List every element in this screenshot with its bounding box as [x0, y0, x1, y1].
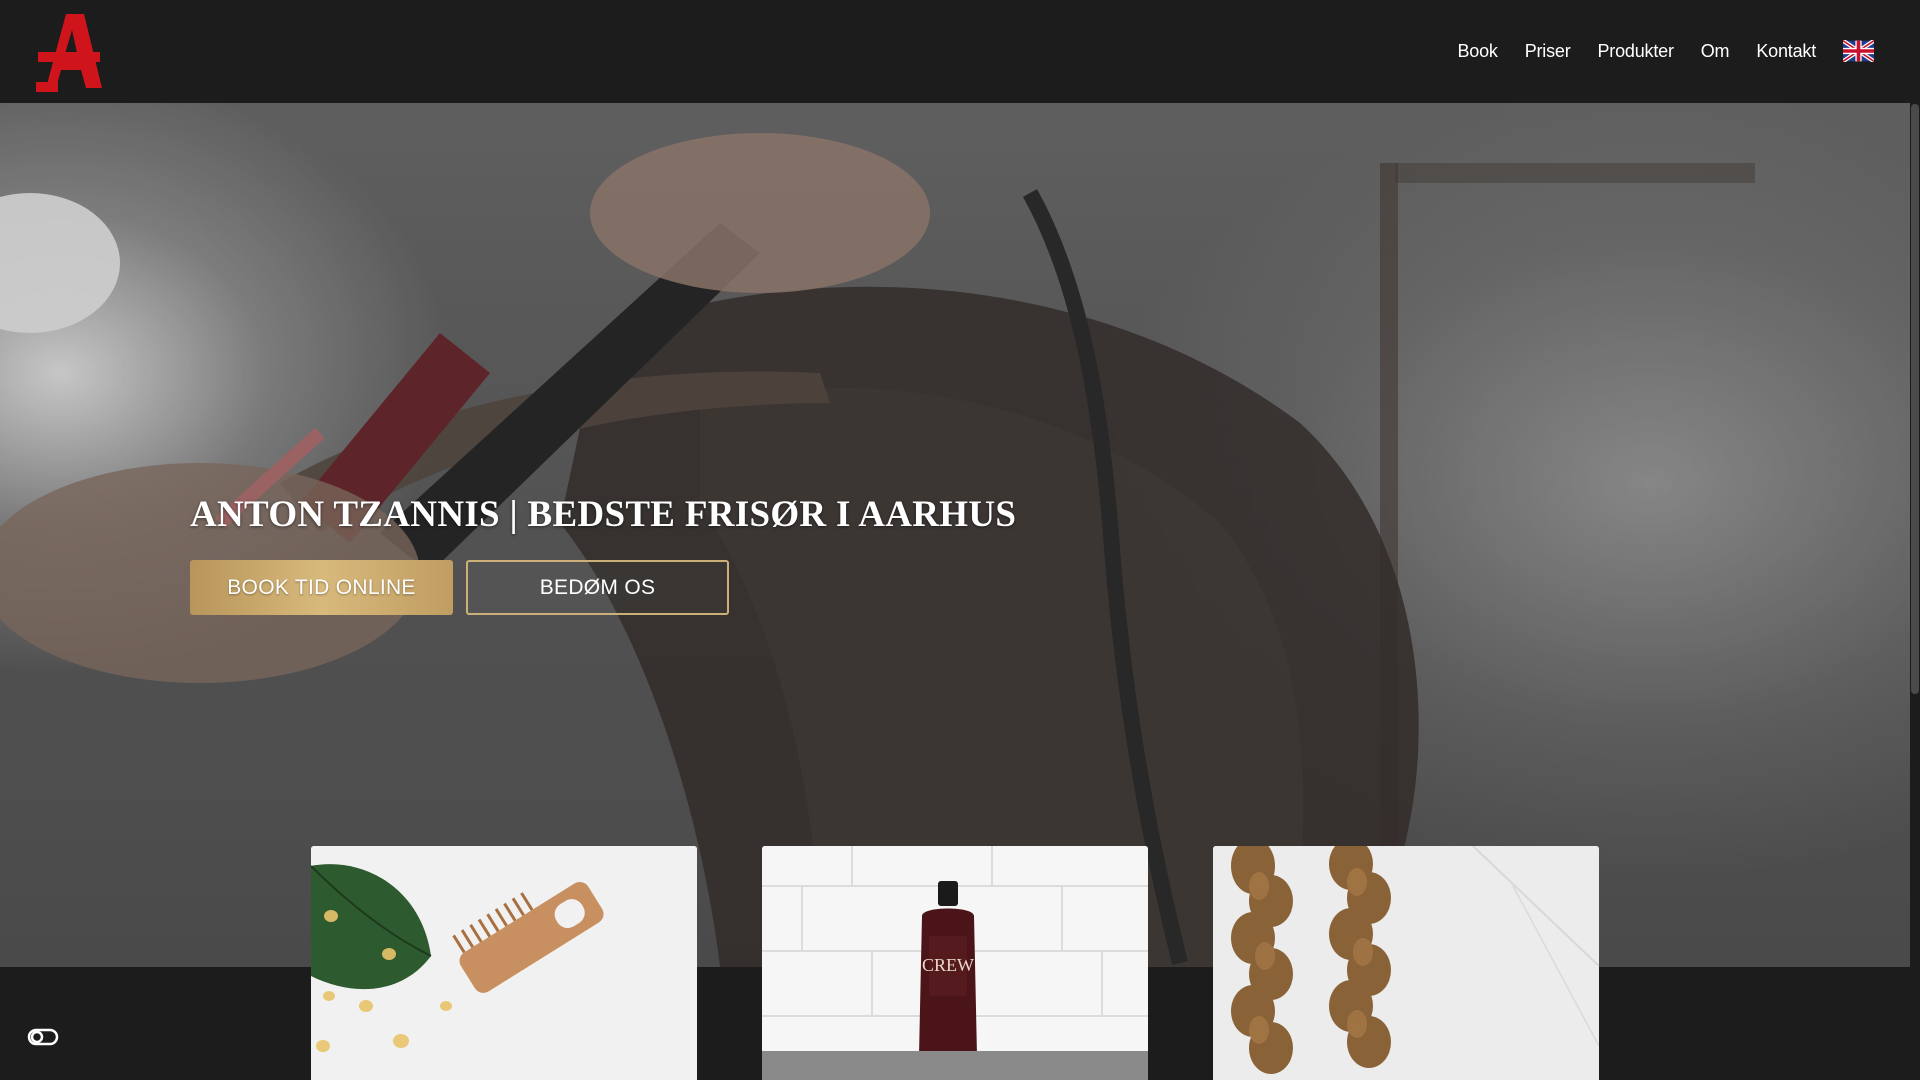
- comb-leaf-image: [311, 846, 697, 1080]
- product-card-comb[interactable]: [311, 846, 697, 1080]
- accessibility-toggle-icon[interactable]: [22, 1016, 64, 1058]
- nav-book[interactable]: Book: [1457, 41, 1497, 62]
- nav-produkter[interactable]: Produkter: [1598, 41, 1674, 62]
- braids-image: [1213, 846, 1599, 1080]
- nav-priser[interactable]: Priser: [1525, 41, 1571, 62]
- scrollbar-thumb[interactable]: [1911, 104, 1919, 694]
- book-online-button[interactable]: BOOK TID ONLINE: [190, 560, 453, 615]
- uk-flag-icon[interactable]: [1843, 40, 1874, 62]
- hero-title: ANTON TZANNIS | BEDSTE FRISØR I AARHUS: [190, 494, 1017, 535]
- nav-kontakt[interactable]: Kontakt: [1756, 41, 1816, 62]
- site-header: Book Priser Produkter Om Kontakt: [0, 0, 1910, 103]
- crew-label: CREW: [922, 955, 974, 975]
- product-card-braids[interactable]: [1213, 846, 1599, 1080]
- page-scrollbar[interactable]: [1910, 0, 1920, 1080]
- brand-logo-icon[interactable]: [36, 12, 102, 92]
- rate-us-button[interactable]: BEDØM OS: [466, 560, 729, 615]
- main-nav: Book Priser Produkter Om Kontakt: [1457, 40, 1874, 62]
- nav-om[interactable]: Om: [1701, 41, 1730, 62]
- product-card-shampoo[interactable]: CREW: [762, 846, 1148, 1080]
- hero-section: ANTON TZANNIS | BEDSTE FRISØR I AARHUS B…: [0, 103, 1910, 967]
- shampoo-bottle-image: CREW: [762, 846, 1148, 1080]
